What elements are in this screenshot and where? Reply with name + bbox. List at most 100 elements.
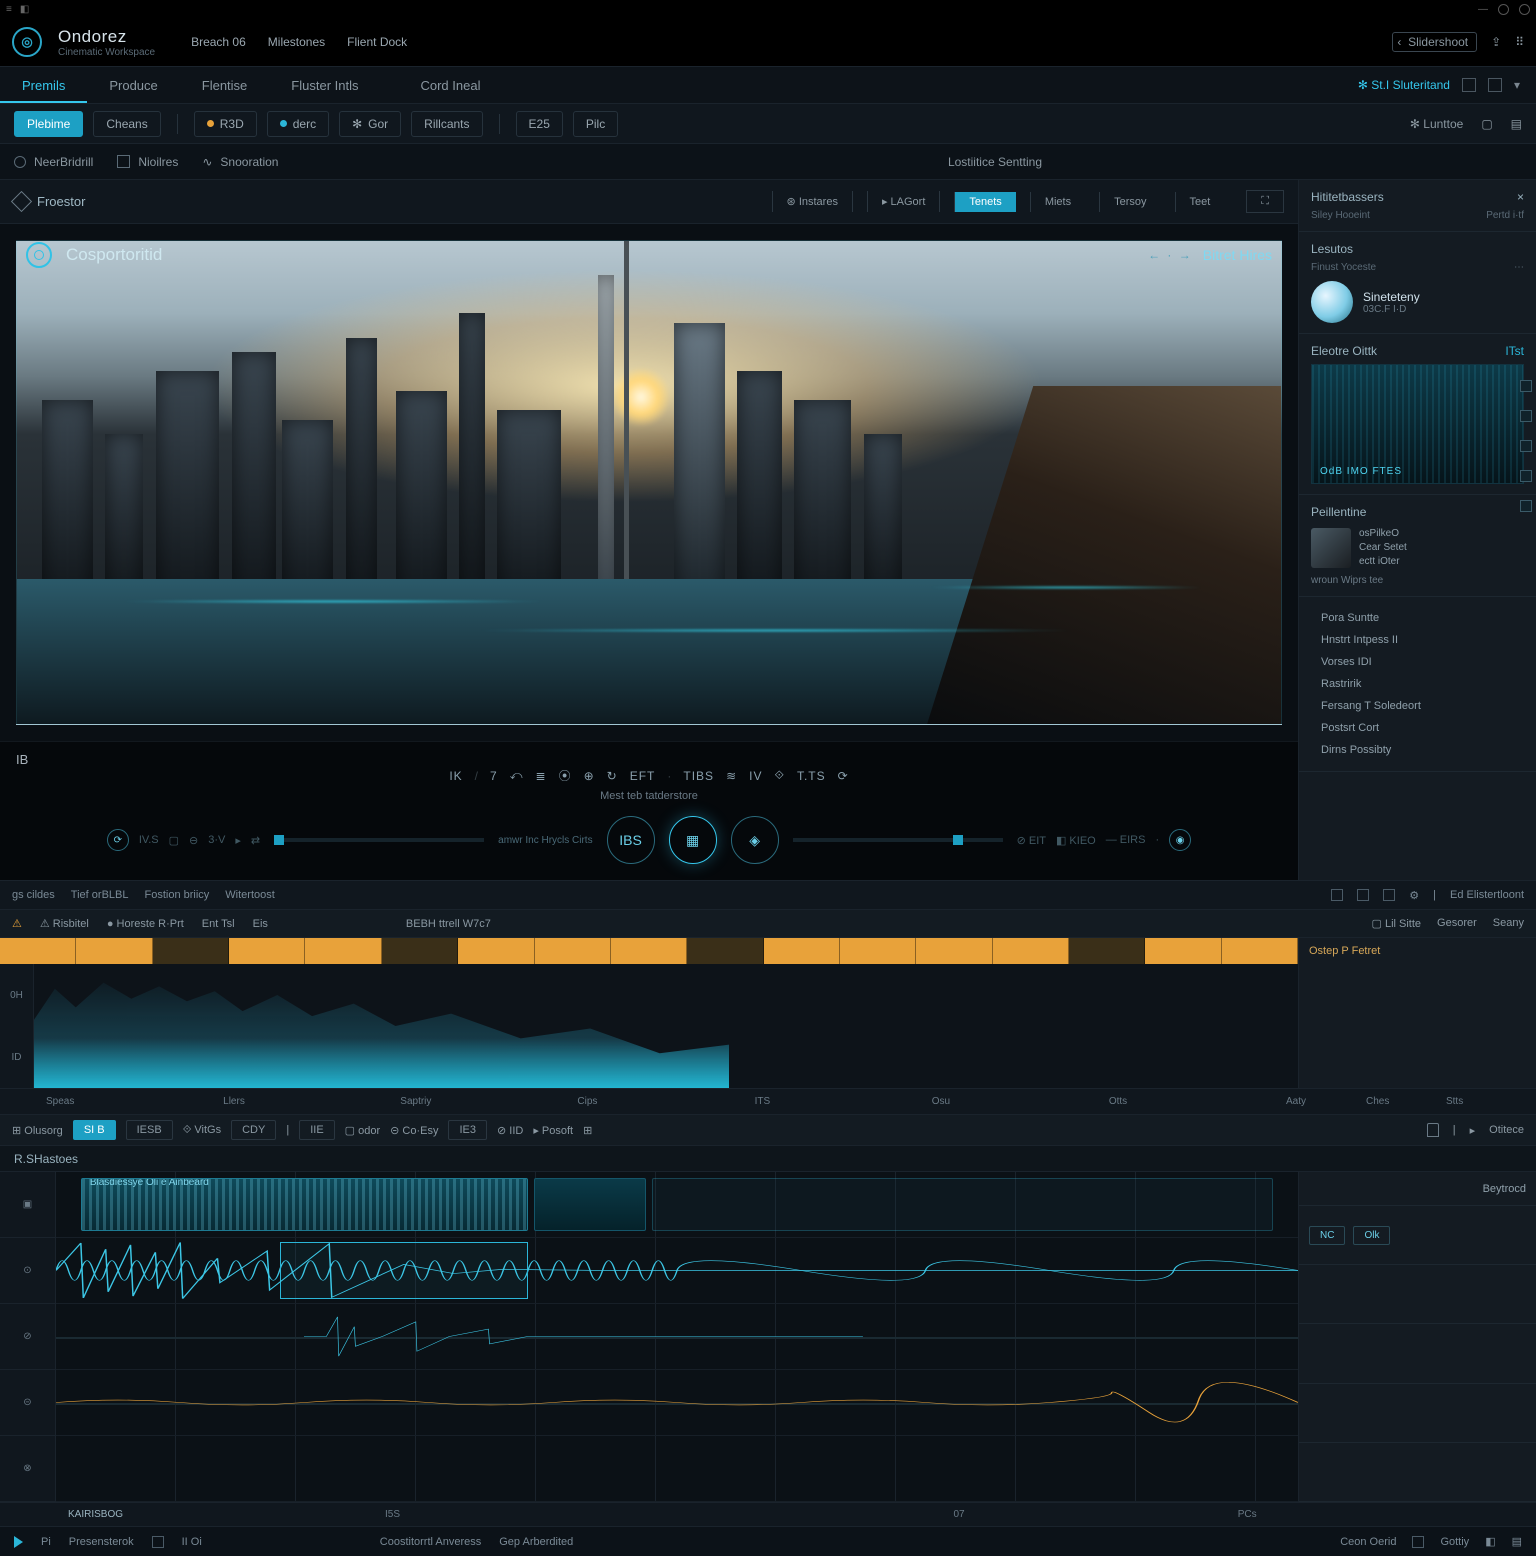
preview-viewport[interactable]: Cosportoritid ← · → Bitret Hires — [0, 224, 1298, 741]
pill-miets[interactable]: Miets — [1030, 192, 1085, 212]
chip-cdy[interactable]: CDY — [231, 1120, 276, 1140]
chip-grid-icon[interactable]: ⊞ — [583, 1124, 592, 1137]
panel-a-icon[interactable]: ▢ — [1481, 117, 1492, 131]
list-item[interactable]: Fersang T Soledeort — [1311, 695, 1524, 717]
video-clip[interactable]: Blasdiessye Oli e Ainbeard — [81, 1178, 528, 1231]
ib-chip[interactable]: IB — [16, 752, 28, 767]
float-tool-icon[interactable] — [1520, 470, 1532, 482]
float-tool-icon[interactable] — [1520, 380, 1532, 392]
plebime-button[interactable]: Plebime — [14, 111, 83, 137]
list-item[interactable]: Postsrt Cort — [1311, 717, 1524, 739]
pill-teet[interactable]: Teet — [1175, 192, 1225, 212]
title-menu-item[interactable]: Flient Dock — [347, 35, 407, 49]
grid-c-icon[interactable] — [1383, 889, 1395, 901]
hdr-right-item[interactable]: ▢ Lil Sitte — [1372, 917, 1422, 930]
hdr-right-item[interactable]: Gesorer — [1437, 917, 1477, 930]
layout-b-icon[interactable] — [1488, 78, 1502, 92]
share-icon[interactable]: ⇪ — [1491, 35, 1501, 49]
pill-tersoy[interactable]: Tersoy — [1099, 192, 1160, 212]
opt-neerbridrill[interactable]: NeerBridrill — [14, 155, 93, 169]
status-item[interactable]: Presensterok — [69, 1536, 134, 1548]
region-strip[interactable] — [0, 938, 1298, 964]
tab-flentise[interactable]: Flentise — [180, 67, 270, 103]
hdr-right-item[interactable]: Seany — [1493, 917, 1524, 930]
list-item[interactable]: Vorses IDI — [1311, 651, 1524, 673]
status-right-item[interactable]: Ceon Oerid — [1340, 1536, 1396, 1548]
track-lane-audio-b[interactable] — [56, 1304, 1298, 1370]
chip-vitgs[interactable]: ⟐ VitGs — [183, 1124, 221, 1137]
tl-right-label[interactable]: Ed Elistertloont — [1450, 889, 1524, 901]
play-icon[interactable] — [14, 1536, 23, 1548]
tl-opt[interactable]: Fostion briicy — [144, 889, 209, 901]
list-item[interactable]: Hnstrt Intpess II — [1311, 629, 1524, 651]
help-icon[interactable] — [1498, 4, 1509, 15]
track-head[interactable]: ⊗ — [0, 1436, 55, 1502]
close-panel-icon[interactable]: × — [1517, 190, 1524, 204]
tab-produce[interactable]: Produce — [87, 67, 179, 103]
track-lane-empty[interactable] — [56, 1436, 1298, 1502]
tab-cord[interactable]: Cord Ineal — [398, 67, 502, 103]
tl-opt[interactable]: gs cildes — [12, 889, 55, 901]
track-head[interactable]: ⊘ — [0, 1304, 55, 1370]
pill-tenets[interactable]: Tenets — [954, 192, 1015, 212]
side-chip[interactable]: NC — [1309, 1226, 1345, 1245]
float-tool-icon[interactable] — [1520, 500, 1532, 512]
track-head[interactable]: ▣ — [0, 1172, 55, 1238]
layout-a-icon[interactable] — [1462, 78, 1476, 92]
pill-instares[interactable]: ⊛ Instares — [772, 191, 853, 212]
list-item[interactable]: Rastririk — [1311, 673, 1524, 695]
pill-lagort[interactable]: ▸ LAGort — [867, 191, 940, 212]
grid-a-icon[interactable] — [1331, 889, 1343, 901]
profile-avatar[interactable] — [1311, 281, 1353, 323]
status-sq-icon[interactable] — [1412, 1536, 1424, 1548]
effect-preview[interactable]: OdB IMO FTES — [1311, 364, 1524, 484]
overview-wave[interactable]: 0H ID — [0, 964, 1536, 1088]
hdr-item[interactable]: ● Horeste R·Prt — [107, 918, 184, 930]
e25-button[interactable]: E25 — [516, 111, 563, 137]
track-lane-video[interactable]: Blasdiessye Oli e Ainbeard — [56, 1172, 1298, 1238]
tl-opt[interactable]: Tief orBLBL — [71, 889, 129, 901]
gear-icon[interactable]: ⚙ — [1409, 889, 1419, 902]
chip-odor[interactable]: ▢ odor — [345, 1124, 380, 1137]
scrub-in[interactable] — [274, 838, 484, 842]
ellipsis-icon[interactable]: ⋯ — [1514, 262, 1524, 273]
status-grid-icon[interactable]: ▤ — [1512, 1535, 1522, 1548]
hdr-item[interactable]: Eis — [253, 918, 268, 930]
menu-icon[interactable]: ≡ — [6, 4, 12, 15]
panel-b-icon[interactable]: ▤ — [1511, 117, 1522, 131]
more-icon[interactable]: ⠿ — [1515, 35, 1524, 49]
marker-icon[interactable]: ◉ — [1169, 829, 1191, 851]
play-button[interactable]: ▦ — [669, 816, 717, 864]
float-tool-icon[interactable] — [1520, 440, 1532, 452]
status-right-item[interactable]: Gottiy — [1440, 1536, 1469, 1548]
opt-nioilres[interactable]: Nioilres — [117, 155, 178, 169]
derc-button[interactable]: derc — [267, 111, 329, 137]
track-lane-audio-c[interactable] — [56, 1370, 1298, 1436]
r3d-button[interactable]: R3D — [194, 111, 257, 137]
list-item[interactable]: Dirns Possibty — [1311, 739, 1524, 761]
side-chip[interactable]: Olk — [1353, 1226, 1390, 1245]
chip-ie3[interactable]: IE3 — [448, 1120, 487, 1140]
history-back-button[interactable]: ‹ Slidershoot — [1392, 32, 1477, 52]
chip-iesb[interactable]: IESB — [126, 1120, 173, 1140]
share-label[interactable]: ✻ St.I Sluteritand — [1358, 78, 1450, 92]
chevron-down-icon[interactable]: ▾ — [1514, 78, 1520, 92]
loop-icon[interactable]: ⟳ — [107, 829, 129, 851]
grid-b-icon[interactable] — [1357, 889, 1369, 901]
video-clip[interactable] — [534, 1178, 646, 1231]
tab-fluster[interactable]: Fluster Intls — [269, 67, 380, 103]
overlay-nav[interactable]: ← · → — [1148, 248, 1193, 262]
list-item[interactable]: Pora Suntte — [1311, 607, 1524, 629]
float-tool-icon[interactable] — [1520, 410, 1532, 422]
lock-icon[interactable] — [1427, 1123, 1439, 1137]
asset-row[interactable]: osPilkeO Cear Setet ectt iOter — [1311, 527, 1524, 569]
gor-button[interactable]: ✻ Gor — [339, 111, 401, 137]
record-button[interactable]: ◈ — [731, 816, 779, 864]
track-head[interactable]: ⊙ — [0, 1238, 55, 1304]
preview-expand-icon[interactable]: ⛶ — [1246, 190, 1284, 213]
chip-sib[interactable]: SI B — [73, 1120, 116, 1140]
tab-premils[interactable]: Premils — [0, 67, 87, 103]
title-menu-item[interactable]: Breach 06 — [191, 35, 246, 49]
title-menu-item[interactable]: Milestones — [268, 35, 325, 49]
timecode-button[interactable]: IBS — [607, 816, 655, 864]
